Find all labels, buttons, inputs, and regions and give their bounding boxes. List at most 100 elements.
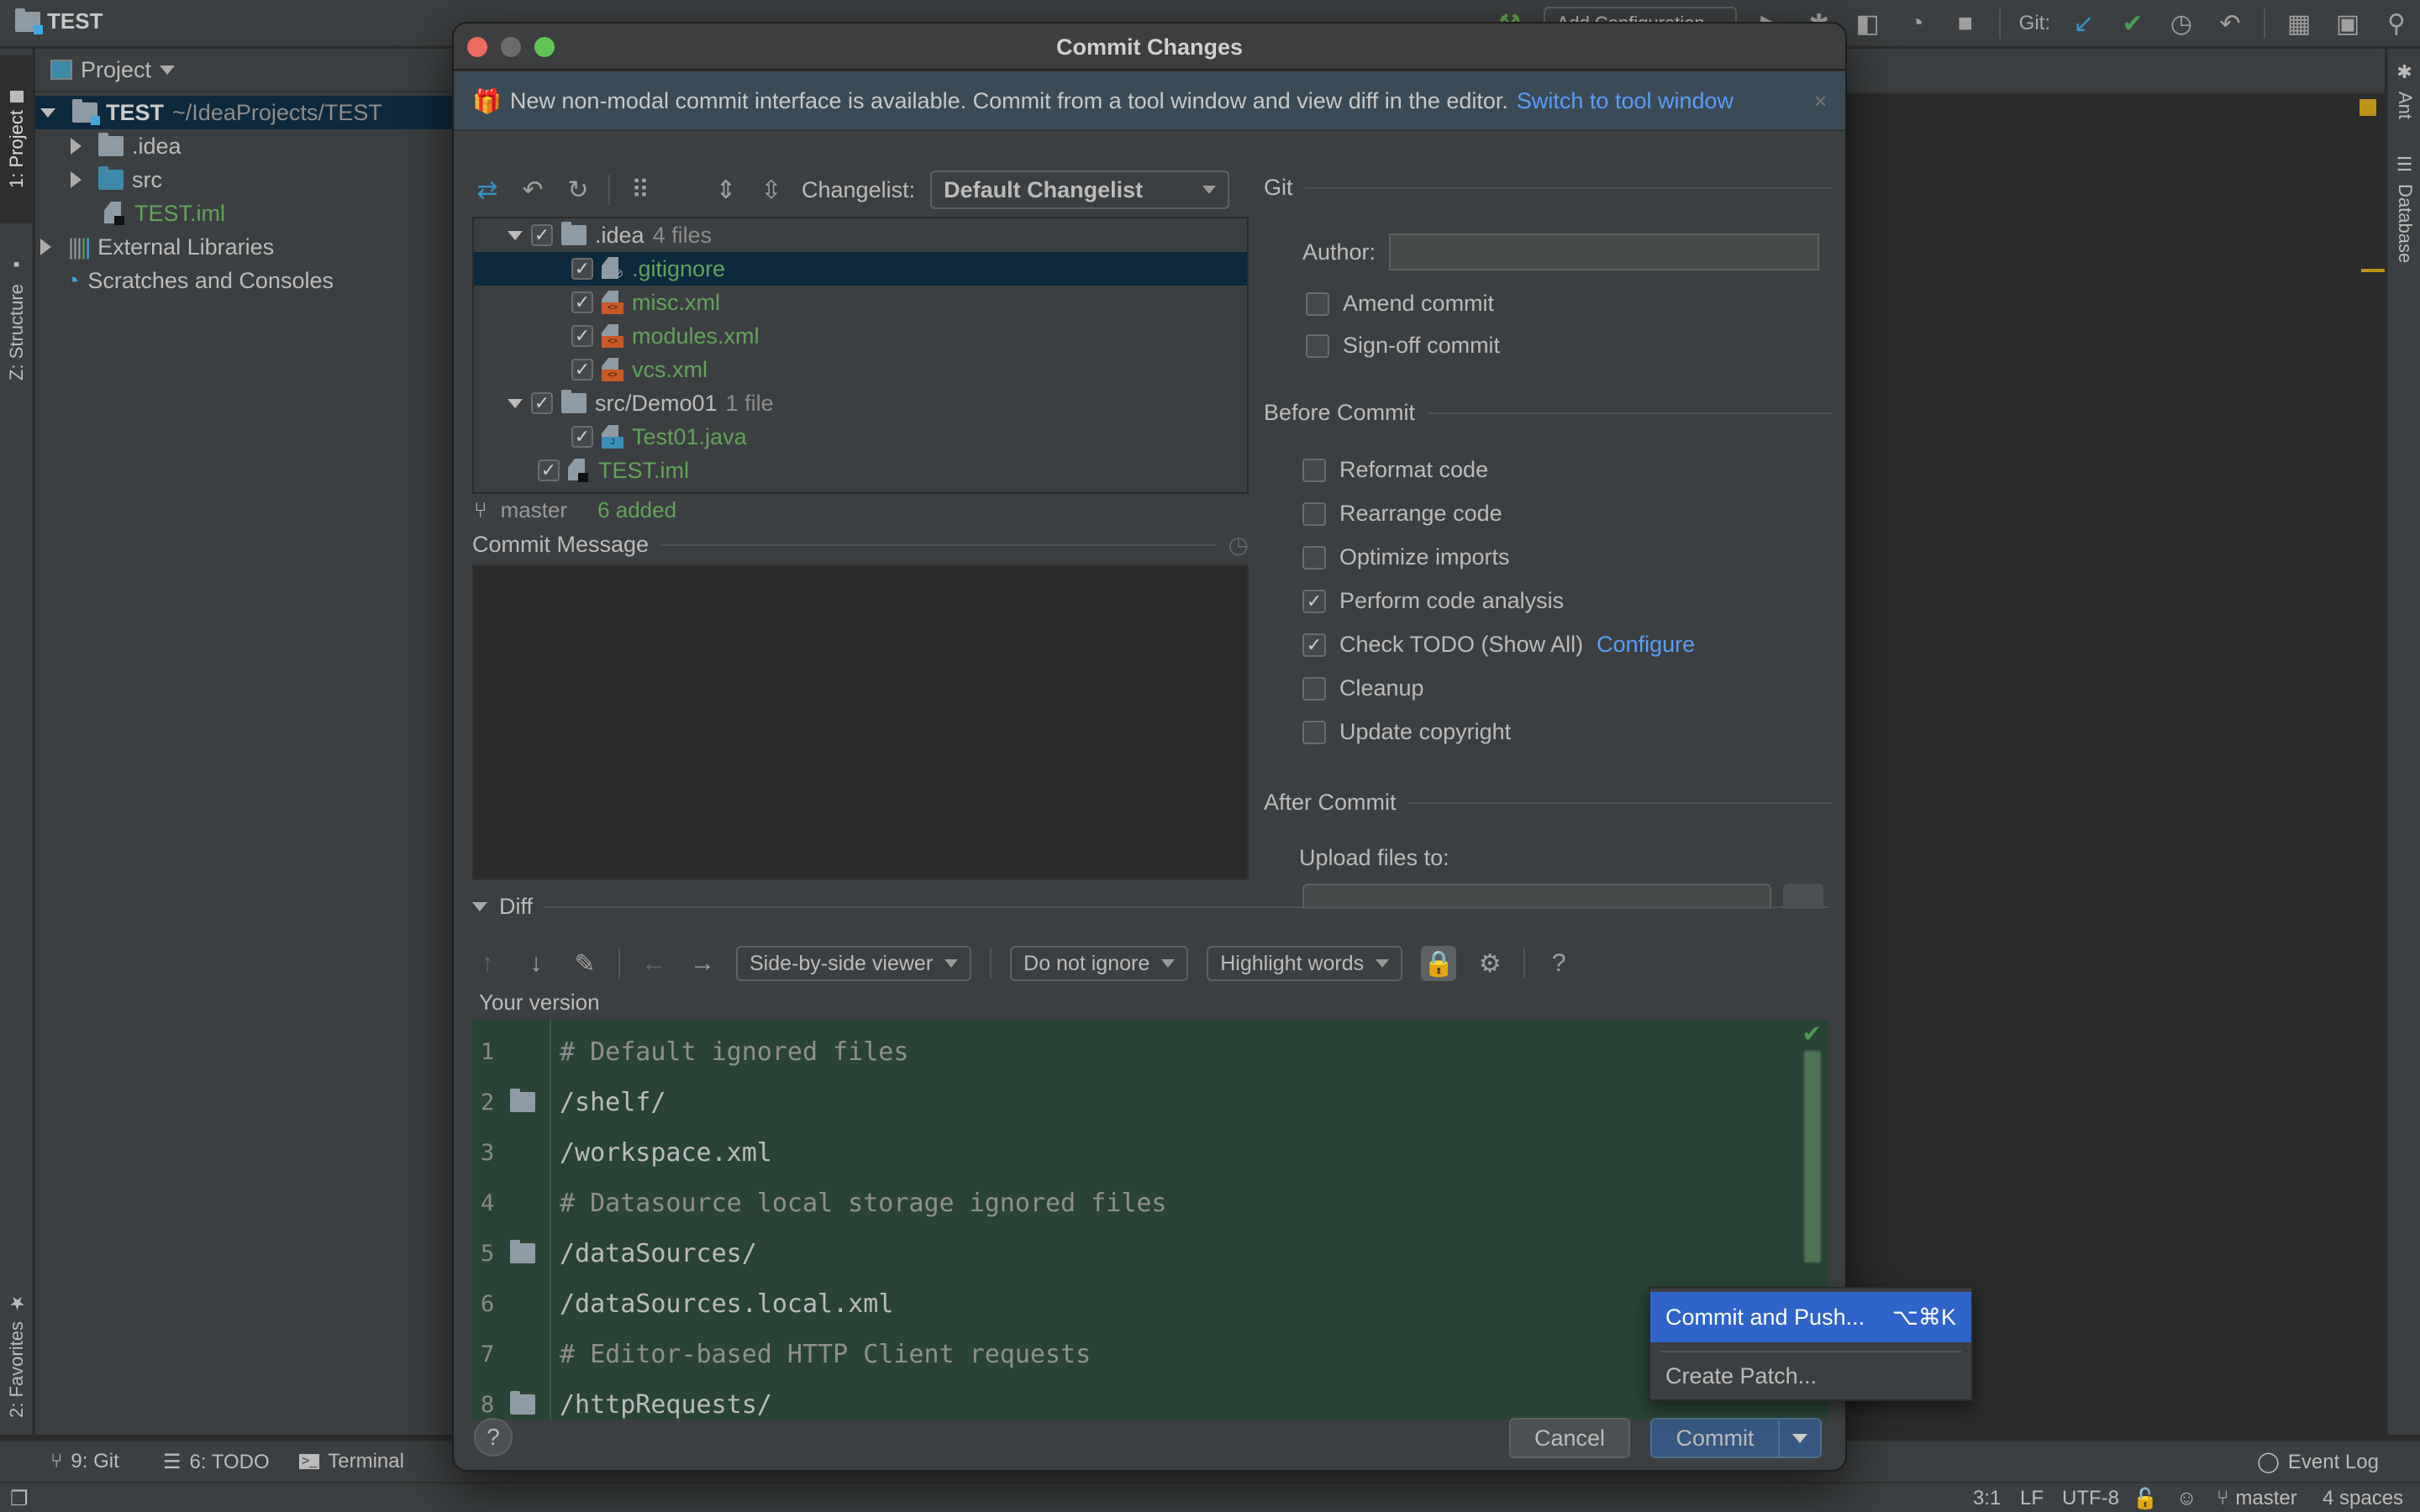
expand-all-icon[interactable]: ⇕ <box>711 175 741 205</box>
option-checkbox[interactable] <box>1302 545 1326 570</box>
tool-button-event-log[interactable]: ◯ Event Log <box>2257 1450 2379 1474</box>
previous-difference-icon[interactable]: ↑ <box>472 948 502 979</box>
coverage-icon[interactable]: ◧ <box>1853 8 1883 39</box>
previous-file-icon[interactable]: ← <box>639 948 669 979</box>
toggle-tool-windows-icon[interactable]: ❐ <box>10 1487 29 1511</box>
expand-arrow-icon[interactable] <box>71 138 82 155</box>
include-checkbox[interactable]: ✓ <box>571 291 593 313</box>
option-checkbox[interactable] <box>1302 720 1326 744</box>
project-breadcrumb[interactable]: TEST <box>15 8 103 34</box>
before-commit-option[interactable]: Optimize imports <box>1302 544 1510 570</box>
change-item[interactable]: ✓ <> modules.xml <box>474 319 1247 353</box>
expand-arrow-icon[interactable] <box>40 239 51 255</box>
close-window-button[interactable] <box>467 37 487 57</box>
tab-favorites[interactable]: 2: Favorites ★ <box>0 1284 34 1426</box>
vcs-branch-widget[interactable]: ⑂ master <box>2217 1487 2297 1510</box>
project-panel-header[interactable]: Project <box>35 49 455 92</box>
change-item[interactable]: ✓ TEST.iml <box>474 454 1247 487</box>
search-everywhere-icon[interactable]: ⚲ <box>2381 8 2412 39</box>
caret-position[interactable]: 3:1 <box>1973 1487 2001 1510</box>
read-only-lock-icon[interactable]: 🔓 <box>2133 1487 2158 1511</box>
tab-structure[interactable]: Z: Structure ▪ <box>0 234 34 402</box>
git-rollback-icon[interactable]: ↶ <box>2215 8 2245 39</box>
include-checkbox[interactable]: ✓ <box>538 459 560 481</box>
author-input[interactable] <box>1389 234 1820 270</box>
run-anything-icon[interactable]: ▣ <box>2333 8 2363 39</box>
close-icon[interactable]: × <box>1814 88 1827 114</box>
option-checkbox[interactable] <box>1302 458 1326 482</box>
tab-database[interactable]: ☰ Database <box>2388 150 2420 276</box>
switch-to-tool-window-link[interactable]: Switch to tool window <box>1517 88 1733 114</box>
git-option[interactable]: Amend commit <box>1306 291 1494 317</box>
profile-icon[interactable]: ◔ <box>1902 8 1932 39</box>
message-history-icon[interactable]: ◷ <box>1228 531 1249 559</box>
configure-link[interactable]: Configure <box>1597 632 1695 658</box>
option-checkbox[interactable]: ✓ <box>1302 633 1326 657</box>
git-history-icon[interactable]: ◷ <box>2166 8 2196 39</box>
fold-marker-icon[interactable] <box>510 1391 535 1415</box>
git-update-icon[interactable]: ↙ <box>2069 8 2099 39</box>
collapse-all-icon[interactable]: ⇳ <box>756 175 786 205</box>
change-item[interactable]: ✓ src/Demo01 1 file <box>474 386 1247 420</box>
include-checkbox[interactable]: ✓ <box>571 258 593 280</box>
change-item[interactable]: ✓ .idea 4 files <box>474 218 1247 252</box>
tab-ant[interactable]: ✱ Ant <box>2388 57 2420 150</box>
indent-widget[interactable]: 4 spaces <box>2323 1487 2403 1510</box>
commit-button[interactable]: Commit <box>1652 1425 1778 1452</box>
tab-project[interactable]: 1: Project <box>0 55 34 223</box>
before-commit-option[interactable]: ✓ Check TODO (Show All) Configure <box>1302 632 1695 658</box>
lock-icon[interactable]: 🔒 <box>1421 946 1457 981</box>
stop-icon[interactable]: ■ <box>1950 8 1981 39</box>
change-item[interactable]: ✓ <> misc.xml <box>474 286 1247 319</box>
next-difference-icon[interactable]: ↓ <box>521 948 551 979</box>
option-checkbox[interactable] <box>1306 333 1329 358</box>
refresh-icon[interactable]: ↻ <box>563 175 593 205</box>
tree-item-external-libraries[interactable]: ||||| External Libraries <box>35 230 455 264</box>
expand-arrow-icon[interactable] <box>71 171 82 188</box>
change-item[interactable]: ✓ J Test01.java <box>474 420 1247 454</box>
rollback-icon[interactable]: ↶ <box>518 175 548 205</box>
before-commit-option[interactable]: Rearrange code <box>1302 501 1502 527</box>
show-diff-icon[interactable]: ⇄ <box>472 175 502 205</box>
before-commit-option[interactable]: ✓ Perform code analysis <box>1302 588 1564 614</box>
option-checkbox[interactable] <box>1302 501 1326 526</box>
include-checkbox[interactable]: ✓ <box>531 224 553 246</box>
change-item[interactable]: ✓ ⊘ .gitignore <box>474 252 1247 286</box>
menu-item-create-patch[interactable]: Create Patch... <box>1650 1351 1971 1401</box>
tree-item-scratches[interactable]: ◔ Scratches and Consoles <box>35 264 455 297</box>
include-checkbox[interactable]: ✓ <box>531 392 553 414</box>
tree-item-idea[interactable]: .idea <box>35 129 455 163</box>
commit-message-input[interactable] <box>472 564 1249 880</box>
editor-scrollbar[interactable] <box>1803 1050 1822 1263</box>
commit-options-dropdown[interactable] <box>1780 1433 1820 1443</box>
next-file-icon[interactable]: → <box>687 948 718 979</box>
change-item[interactable]: ✓ <> vcs.xml <box>474 353 1247 386</box>
fold-marker-icon[interactable] <box>510 1089 535 1112</box>
line-separator[interactable]: LF <box>2020 1487 2044 1510</box>
before-commit-option[interactable]: Reformat code <box>1302 457 1488 483</box>
expand-arrow-icon[interactable] <box>40 108 55 118</box>
project-structure-icon[interactable]: ▦ <box>2284 8 2314 39</box>
option-checkbox[interactable] <box>1302 676 1326 701</box>
help-button[interactable]: ? <box>474 1418 513 1457</box>
ignore-whitespace-dropdown[interactable]: Do not ignore <box>1010 946 1189 981</box>
tool-button-terminal[interactable]: >_ Terminal <box>299 1450 404 1473</box>
tree-item-test[interactable]: TEST ~/IdeaProjects/TEST <box>35 96 455 129</box>
include-checkbox[interactable]: ✓ <box>571 426 593 448</box>
tool-button-todo[interactable]: ☰ 6: TODO <box>163 1450 270 1474</box>
git-option[interactable]: Sign-off commit <box>1306 333 1500 359</box>
minimize-window-button[interactable] <box>501 37 521 57</box>
include-checkbox[interactable]: ✓ <box>571 359 593 381</box>
tree-item-test-iml[interactable]: TEST.iml <box>35 197 455 230</box>
expand-arrow-icon[interactable] <box>508 398 523 408</box>
help-icon[interactable]: ? <box>1544 948 1574 979</box>
changelist-dropdown[interactable]: Default Changelist <box>930 171 1230 209</box>
expand-arrow-icon[interactable] <box>508 230 523 240</box>
option-checkbox[interactable] <box>1306 291 1329 316</box>
diff-editor[interactable]: 1 # Default ignored files 2/shelf/3/worksp… <box>472 1020 1828 1420</box>
before-commit-option[interactable]: Cleanup <box>1302 675 1424 701</box>
menu-item-commit-and-push[interactable]: Commit and Push... ⌥⌘K <box>1650 1292 1971 1342</box>
edit-source-icon[interactable]: ✎ <box>570 948 600 979</box>
inspector-icon[interactable]: ☺ <box>2176 1487 2197 1510</box>
diff-section[interactable]: Diff <box>472 894 1828 920</box>
